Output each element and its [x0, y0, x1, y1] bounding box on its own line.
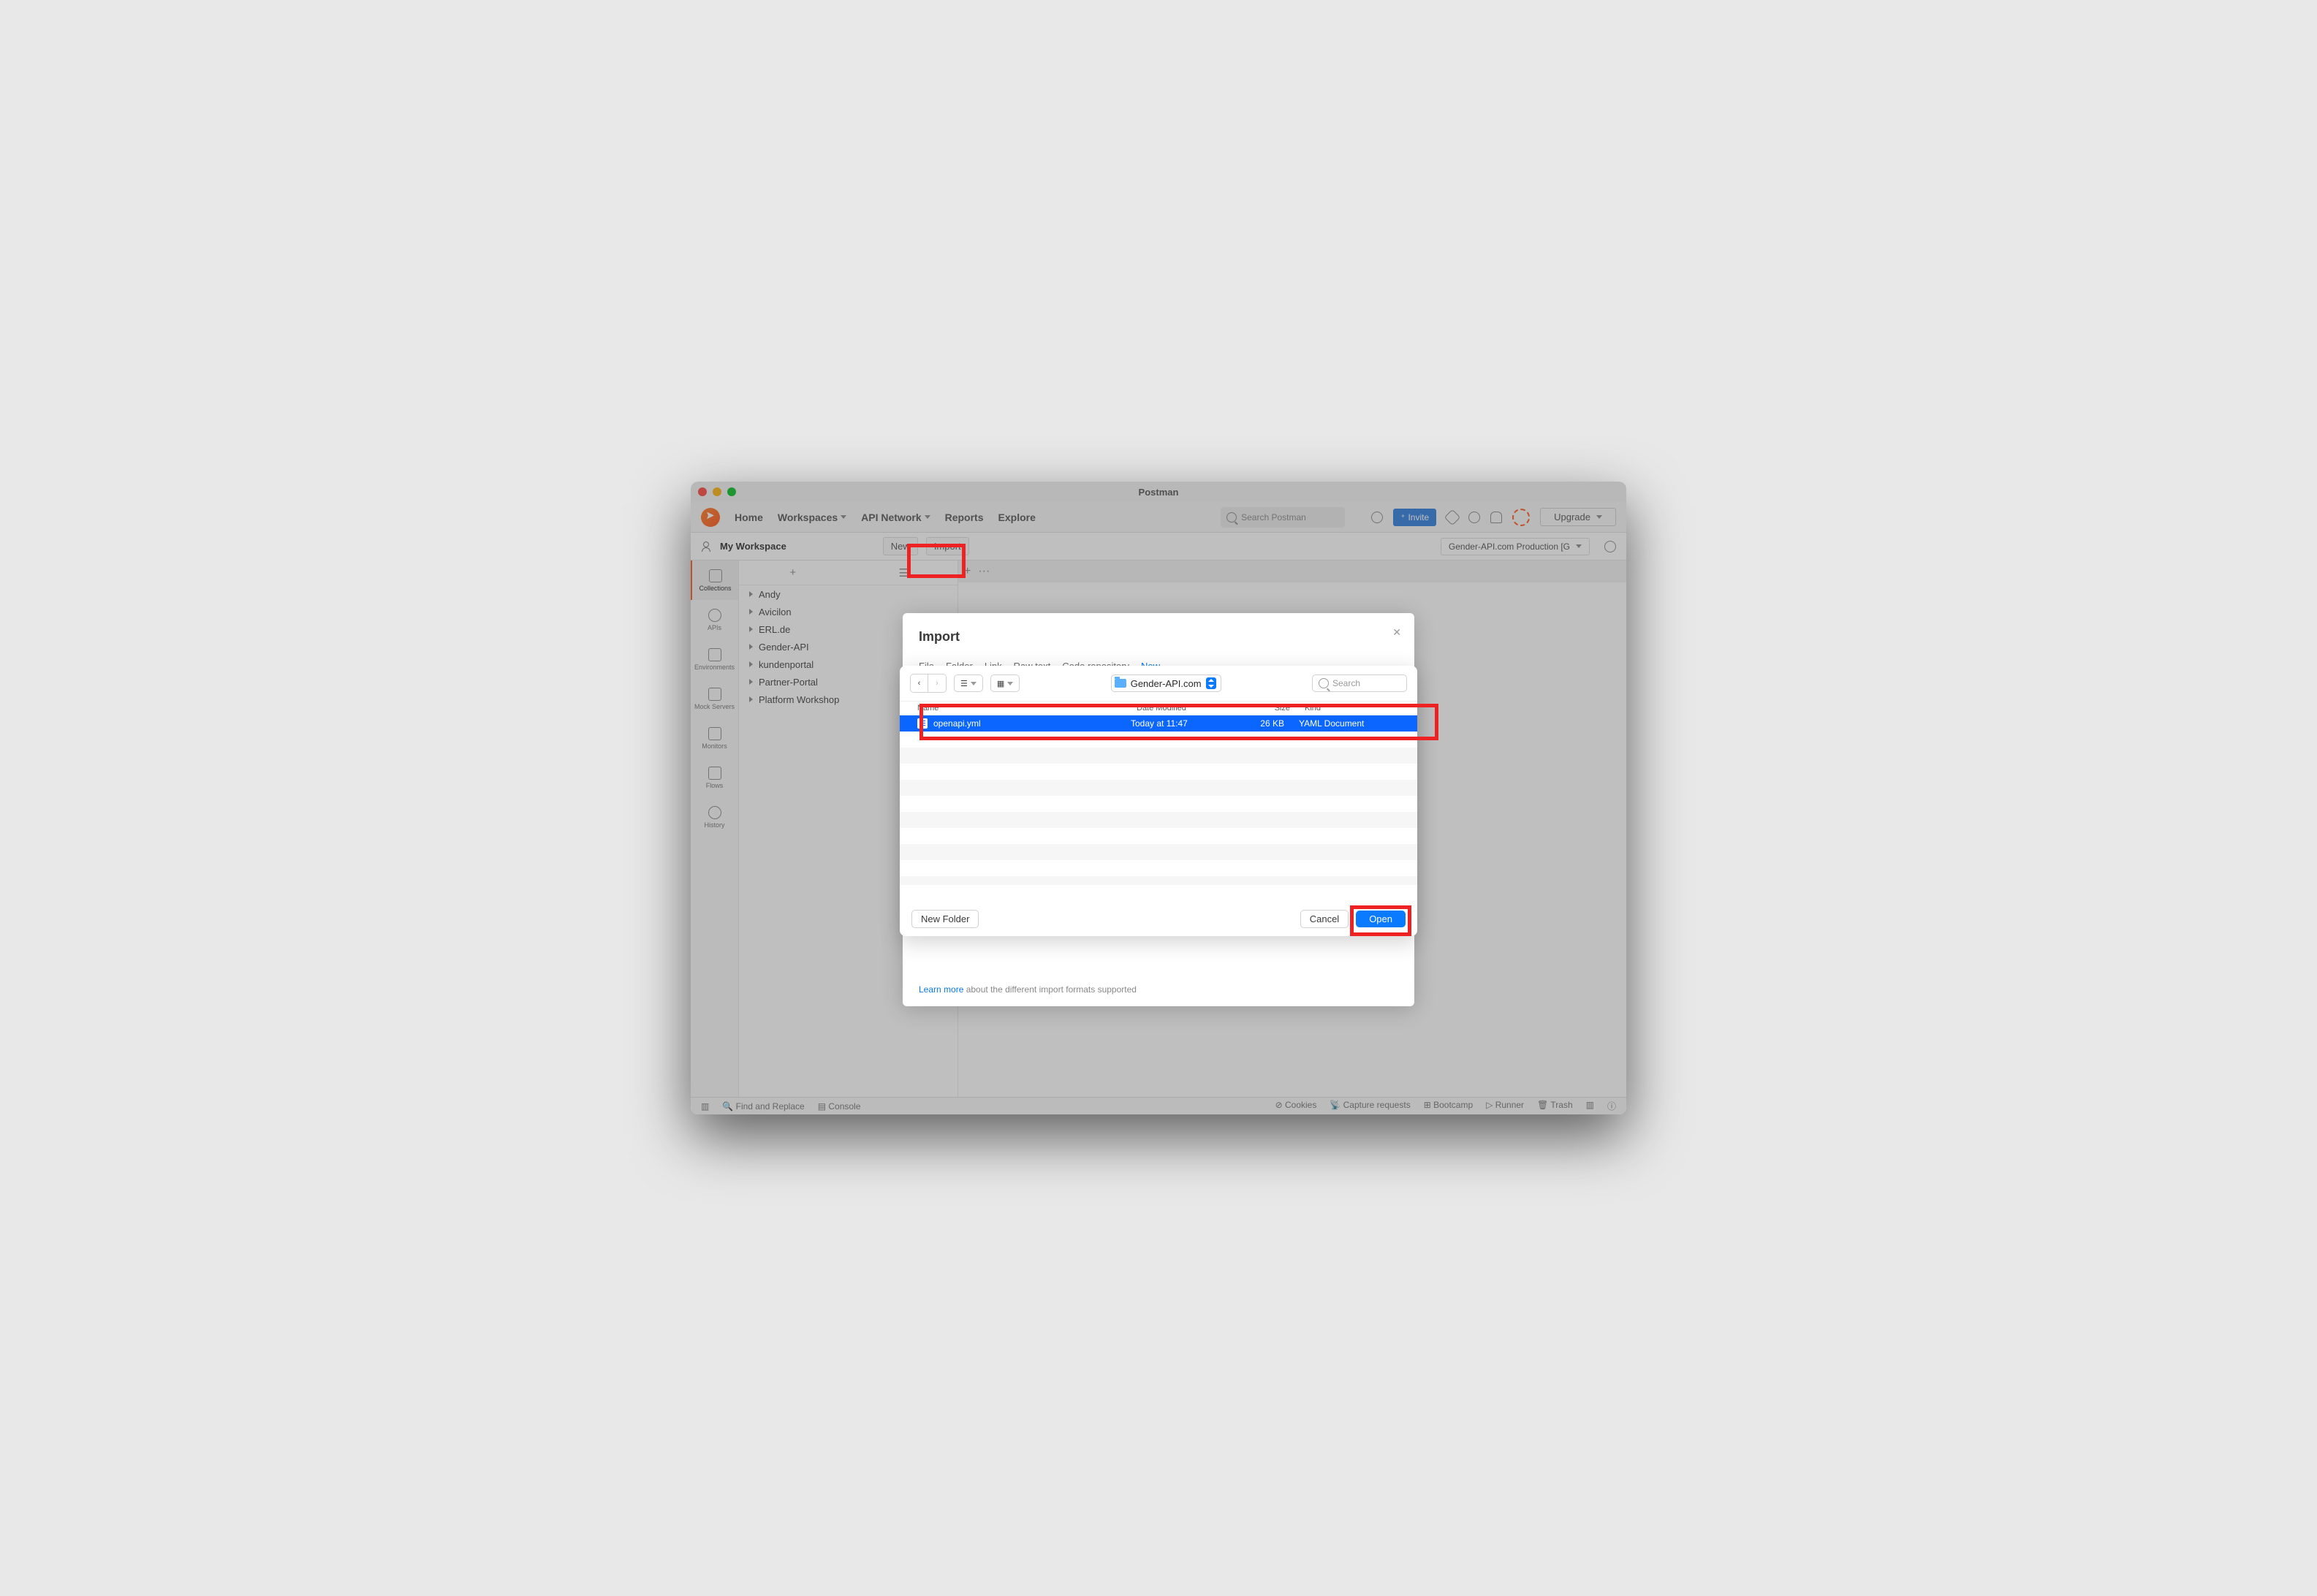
- location-label: Gender-API.com: [1131, 678, 1202, 689]
- app-window: Postman Home Workspaces API Network Repo…: [691, 482, 1626, 1114]
- location-selector[interactable]: Gender-API.com: [1111, 674, 1221, 692]
- highlight-annotation: [907, 544, 966, 578]
- updown-icon: [1206, 677, 1216, 689]
- learn-more-row: Learn more about the different import fo…: [919, 984, 1137, 995]
- file-list-empty-rows: [900, 732, 1417, 885]
- picker-search[interactable]: Search: [1312, 674, 1407, 692]
- view-group-button[interactable]: ▦: [990, 674, 1020, 692]
- chevron-down-icon: [971, 682, 977, 685]
- picker-footer: New Folder Cancel Open: [900, 901, 1417, 936]
- learn-more-link[interactable]: Learn more: [919, 984, 963, 995]
- highlight-annotation: [1350, 905, 1411, 936]
- back-button[interactable]: ‹: [911, 674, 928, 692]
- view-list-button[interactable]: ☰: [954, 674, 983, 692]
- learn-more-text: about the different import formats suppo…: [963, 984, 1137, 995]
- cancel-button[interactable]: Cancel: [1300, 910, 1349, 928]
- chevron-down-icon: [1007, 682, 1013, 685]
- highlight-annotation: [919, 704, 1438, 740]
- folder-icon: [1115, 679, 1126, 688]
- modal-title: Import: [919, 629, 1398, 645]
- picker-search-placeholder: Search: [1332, 678, 1360, 688]
- close-icon[interactable]: ✕: [1392, 626, 1401, 639]
- picker-toolbar: ‹ › ☰ ▦ Gender-API.com Search: [900, 666, 1417, 701]
- search-icon: [1319, 678, 1329, 688]
- import-modal: Import ✕ File Folder Link Raw text Code …: [903, 613, 1414, 1006]
- new-folder-button[interactable]: New Folder: [911, 910, 979, 928]
- forward-button[interactable]: ›: [928, 674, 946, 692]
